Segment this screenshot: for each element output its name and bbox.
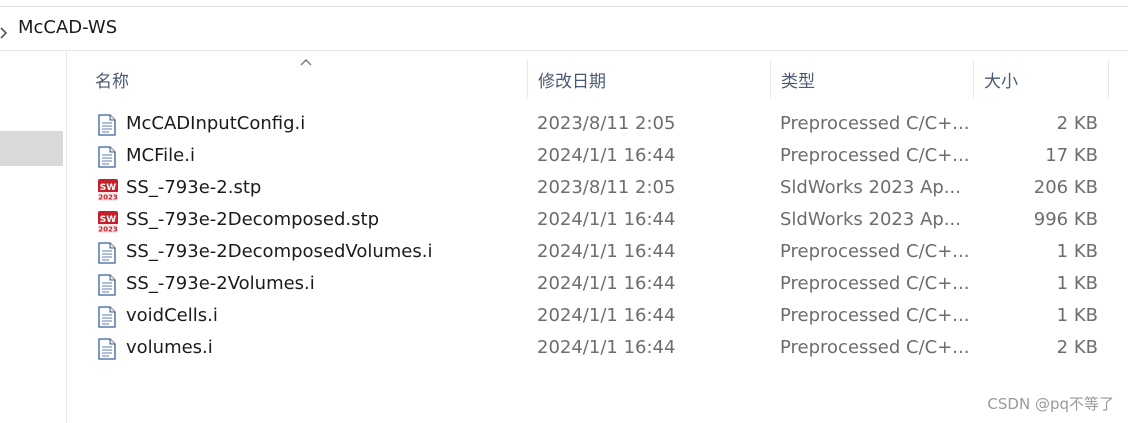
nav-pane-selected-item[interactable] <box>0 131 63 166</box>
solidworks-file-icon: SW 2023 <box>97 178 118 202</box>
breadcrumb-folder[interactable]: McCAD-WS <box>18 17 117 38</box>
file-date: 2023/8/11 2:05 <box>537 113 676 134</box>
file-row[interactable]: SW 2023 SS_-793e-2Decomposed.stp 2024/1/1 1… <box>80 204 1110 236</box>
file-row[interactable]: McCADInputConfig.i 2023/8/11 2:05 Preproce… <box>80 108 1110 140</box>
column-header-size-label: 大小 <box>984 71 1018 92</box>
file-name: volumes.i <box>126 337 213 358</box>
file-date: 2024/1/1 16:44 <box>537 337 676 358</box>
text-file-icon <box>97 146 117 168</box>
file-row[interactable]: voidCells.i 2024/1/1 16:44 Preprocessed C/… <box>80 300 1110 332</box>
column-header-name[interactable]: 名称 <box>85 60 528 98</box>
file-type: Preprocessed C/C+... <box>780 337 970 358</box>
file-row[interactable]: volumes.i 2024/1/1 16:44 Preprocessed C/C+… <box>80 332 1110 364</box>
text-file-icon <box>97 242 117 264</box>
column-header-name-label: 名称 <box>95 71 129 92</box>
file-type: Preprocessed C/C+... <box>780 113 970 134</box>
file-size: 206 KB <box>1033 177 1098 198</box>
column-header-date[interactable]: 修改日期 <box>528 60 771 98</box>
text-file-icon <box>97 114 117 136</box>
solidworks-file-icon: SW 2023 <box>97 210 118 234</box>
text-file-icon <box>97 274 117 296</box>
file-type: Preprocessed C/C+... <box>780 273 970 294</box>
solidworks-icon-label-top: SW <box>100 215 116 225</box>
file-type: SldWorks 2023 Ap... <box>780 209 961 230</box>
file-size: 996 KB <box>1033 209 1098 230</box>
file-type: Preprocessed C/C+... <box>780 305 970 326</box>
file-size: 1 KB <box>1056 273 1098 294</box>
file-date: 2023/8/11 2:05 <box>537 177 676 198</box>
file-size: 2 KB <box>1056 113 1098 134</box>
file-name: SS_-793e-2DecomposedVolumes.i <box>126 241 433 262</box>
file-name: MCFile.i <box>126 145 195 166</box>
solidworks-icon-label-bottom: 2023 <box>98 226 118 234</box>
file-name: McCADInputConfig.i <box>126 113 306 134</box>
file-name: SS_-793e-2Decomposed.stp <box>126 209 380 230</box>
file-type: Preprocessed C/C+... <box>780 145 970 166</box>
file-date: 2024/1/1 16:44 <box>537 145 676 166</box>
file-row[interactable]: MCFile.i 2024/1/1 16:44 Preprocessed C/C+.… <box>80 140 1110 172</box>
file-row[interactable]: SS_-793e-2Volumes.i 2024/1/1 16:44 Preproc… <box>80 268 1110 300</box>
navigation-pane[interactable] <box>0 51 67 423</box>
address-bar[interactable]: McCAD-WS <box>0 7 1128 51</box>
solidworks-icon-label-top: SW <box>100 183 116 193</box>
watermark: CSDN @pq不等了 <box>987 395 1114 413</box>
file-type: Preprocessed C/C+... <box>780 241 970 262</box>
file-date: 2024/1/1 16:44 <box>537 209 676 230</box>
solidworks-icon-label-bottom: 2023 <box>98 194 118 202</box>
file-size: 1 KB <box>1056 241 1098 262</box>
file-name: SS_-793e-2.stp <box>126 177 262 198</box>
file-date: 2024/1/1 16:44 <box>537 241 676 262</box>
text-file-icon <box>97 306 117 328</box>
file-size: 2 KB <box>1056 337 1098 358</box>
file-date: 2024/1/1 16:44 <box>537 305 676 326</box>
file-date: 2024/1/1 16:44 <box>537 273 676 294</box>
file-row[interactable]: SW 2023 SS_-793e-2.stp 2023/8/11 2:05 SldWor… <box>80 172 1110 204</box>
column-header-type[interactable]: 类型 <box>771 60 974 98</box>
column-header-type-label: 类型 <box>781 71 815 92</box>
chevron-right-icon[interactable] <box>0 27 8 39</box>
file-name: SS_-793e-2Volumes.i <box>126 273 315 294</box>
text-file-icon <box>97 338 117 360</box>
file-size: 1 KB <box>1056 305 1098 326</box>
column-header-date-label: 修改日期 <box>538 71 606 92</box>
file-name: voidCells.i <box>126 305 218 326</box>
file-row[interactable]: SS_-793e-2DecomposedVolumes.i 2024/1/1 16… <box>80 236 1110 268</box>
file-size: 17 KB <box>1045 145 1098 166</box>
file-type: SldWorks 2023 Ap... <box>780 177 961 198</box>
column-header-size[interactable]: 大小 <box>974 60 1109 98</box>
